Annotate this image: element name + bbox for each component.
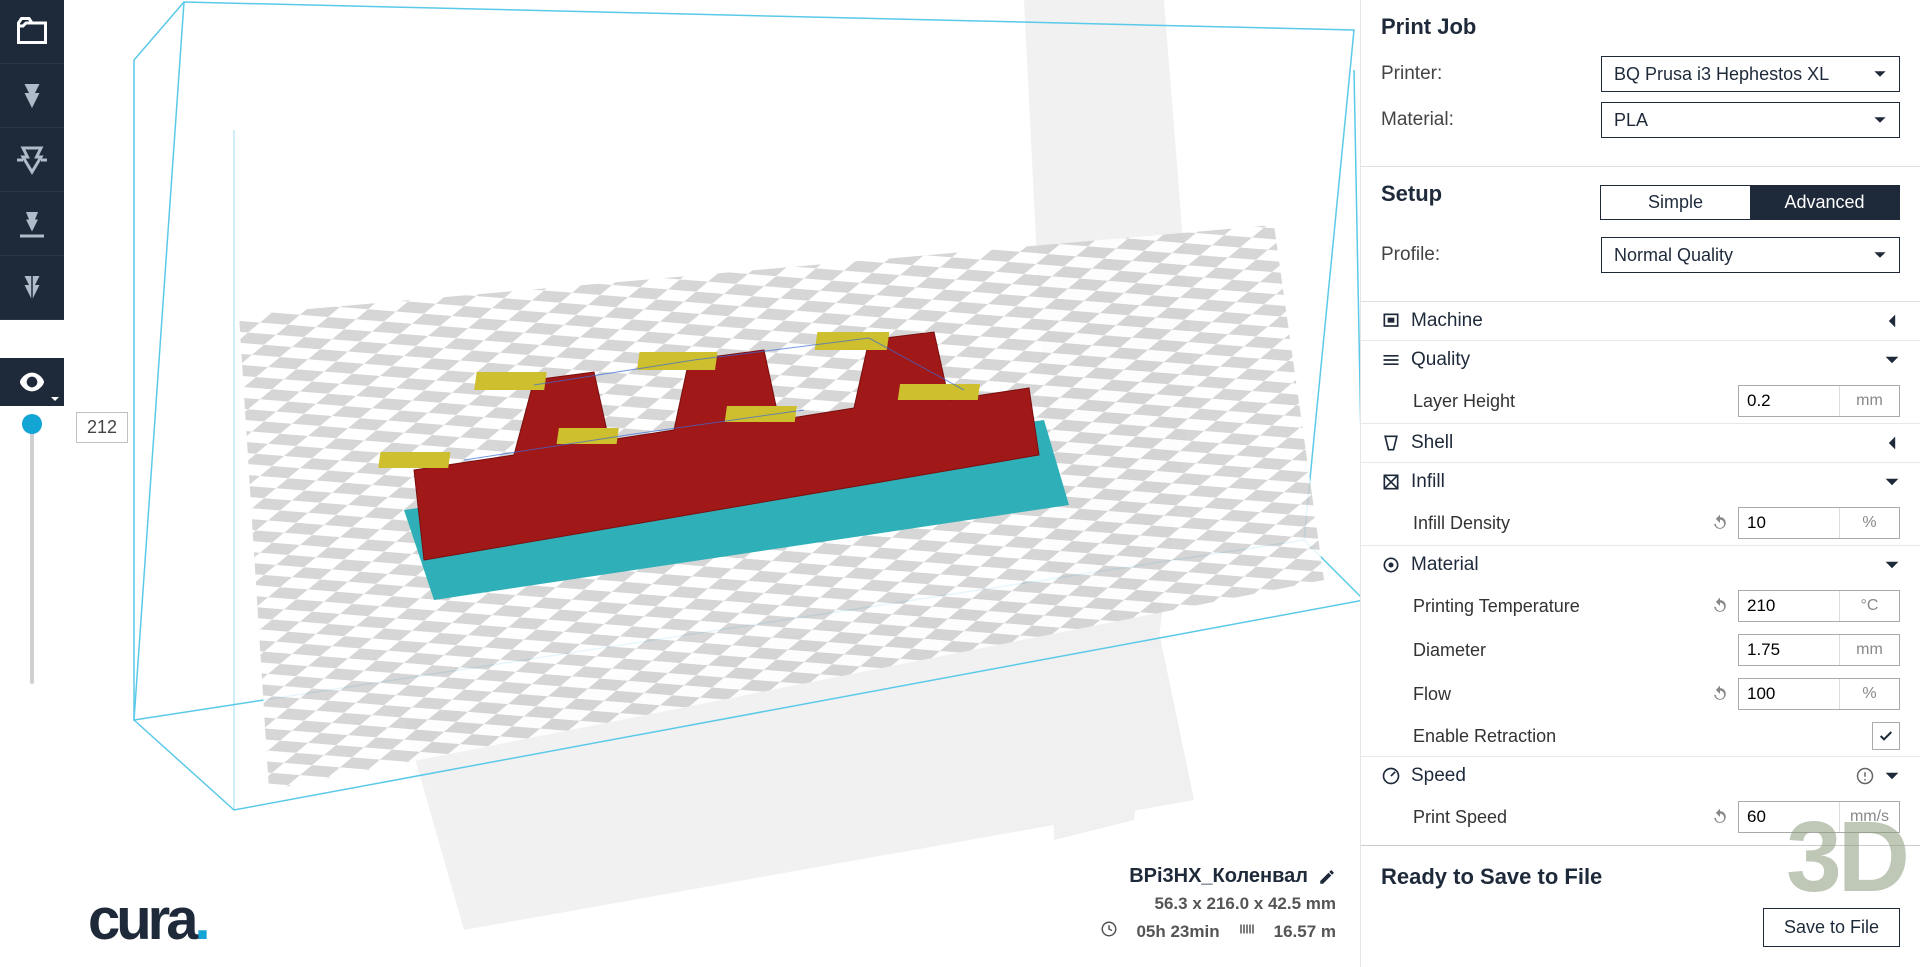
shell-icon [1381,433,1401,453]
print-job-section: Print Job Printer: BQ Prusa i3 Hephestos… [1361,0,1920,167]
move-tool-button[interactable] [0,64,64,128]
machine-icon [1381,311,1401,331]
model-info: BPi3HX_Коленвал 56.3 x 216.0 x 42.5 mm 0… [1100,865,1336,943]
left-toolbar: 212 [0,0,64,967]
layer-slider[interactable]: 212 [0,416,64,684]
viewport-3d[interactable]: BPi3HX_Коленвал 56.3 x 216.0 x 42.5 mm 0… [64,0,1360,967]
setting-flow: Flow % [1361,672,1920,716]
settings-tree[interactable]: Machine Quality Layer Height mm Shell [1361,302,1920,845]
warning-icon [1856,767,1874,785]
setting-layer-height: Layer Height mm [1361,379,1920,423]
enable-retraction-checkbox[interactable] [1872,722,1900,750]
material-label: Material: [1381,109,1591,131]
print-job-title: Print Job [1381,14,1900,40]
setting-enable-retraction: Enable Retraction [1361,716,1920,756]
reset-icon[interactable] [1710,596,1730,616]
rename-icon[interactable] [1318,868,1336,886]
setting-printing-temp: Printing Temperature °C [1361,584,1920,628]
rotate-tool-button[interactable] [0,192,64,256]
mirror-tool-button[interactable] [0,256,64,320]
chevron-down-icon [1873,113,1887,127]
clock-icon [1100,920,1118,943]
flow-input[interactable] [1739,679,1839,709]
open-file-button[interactable] [0,0,64,64]
reset-icon[interactable] [1710,684,1730,704]
layer-value: 212 [76,412,128,443]
diameter-input[interactable] [1739,635,1839,665]
slider-handle[interactable] [22,414,42,434]
chevron-down-icon [1884,352,1900,368]
tab-advanced[interactable]: Advanced [1750,186,1899,219]
material-icon [1381,555,1401,575]
chevron-down-icon [1884,557,1900,573]
tab-simple[interactable]: Simple [1601,186,1750,219]
infill-icon [1381,472,1401,492]
slider-track[interactable] [30,424,34,684]
model-name: BPi3HX_Коленвал [1129,865,1308,888]
ready-title: Ready to Save to File [1381,864,1900,890]
ready-section: Ready to Save to File [1361,845,1920,900]
setting-diameter: Diameter mm [1361,628,1920,672]
print-speed-input[interactable] [1739,802,1839,832]
setting-infill-density: Infill Density % [1361,501,1920,545]
reset-icon[interactable] [1710,513,1730,533]
chevron-down-icon [1873,248,1887,262]
settings-panel: Print Job Printer: BQ Prusa i3 Hephestos… [1360,0,1920,967]
category-machine[interactable]: Machine [1361,302,1920,340]
category-quality[interactable]: Quality [1361,341,1920,379]
setup-section: Setup Simple Advanced Profile: Normal Qu… [1361,167,1920,302]
speed-icon [1381,766,1401,786]
profile-select[interactable]: Normal Quality [1601,237,1900,273]
print-time: 05h 23min [1136,922,1219,942]
setup-title: Setup [1381,181,1442,207]
chevron-left-icon [1884,435,1900,451]
model-dimensions: 56.3 x 216.0 x 42.5 mm [1100,894,1336,914]
infill-density-input[interactable] [1739,508,1839,538]
printer-select[interactable]: BQ Prusa i3 Hephestos XL [1601,56,1900,92]
mode-tabs: Simple Advanced [1600,185,1900,220]
category-shell[interactable]: Shell [1361,424,1920,462]
cura-logo: cura. [88,886,207,953]
chevron-down-icon [1884,768,1900,784]
profile-label: Profile: [1381,244,1591,266]
material-select[interactable]: PLA [1601,102,1900,138]
scale-tool-button[interactable] [0,128,64,192]
printer-label: Printer: [1381,63,1591,85]
category-material[interactable]: Material [1361,546,1920,584]
chevron-down-icon [1873,67,1887,81]
quality-icon [1381,350,1401,370]
category-speed[interactable]: Speed [1361,757,1920,795]
printing-temp-input[interactable] [1739,591,1839,621]
chevron-down-icon [1884,474,1900,490]
category-infill[interactable]: Infill [1361,463,1920,501]
chevron-left-icon [1884,313,1900,329]
reset-icon[interactable] [1710,807,1730,827]
view-mode-button[interactable] [0,358,64,406]
setting-print-speed: Print Speed mm/s [1361,795,1920,839]
filament-icon [1238,920,1256,943]
layer-height-input[interactable] [1739,386,1839,416]
filament-length: 16.57 m [1274,922,1336,942]
save-to-file-button[interactable]: Save to File [1763,908,1900,947]
